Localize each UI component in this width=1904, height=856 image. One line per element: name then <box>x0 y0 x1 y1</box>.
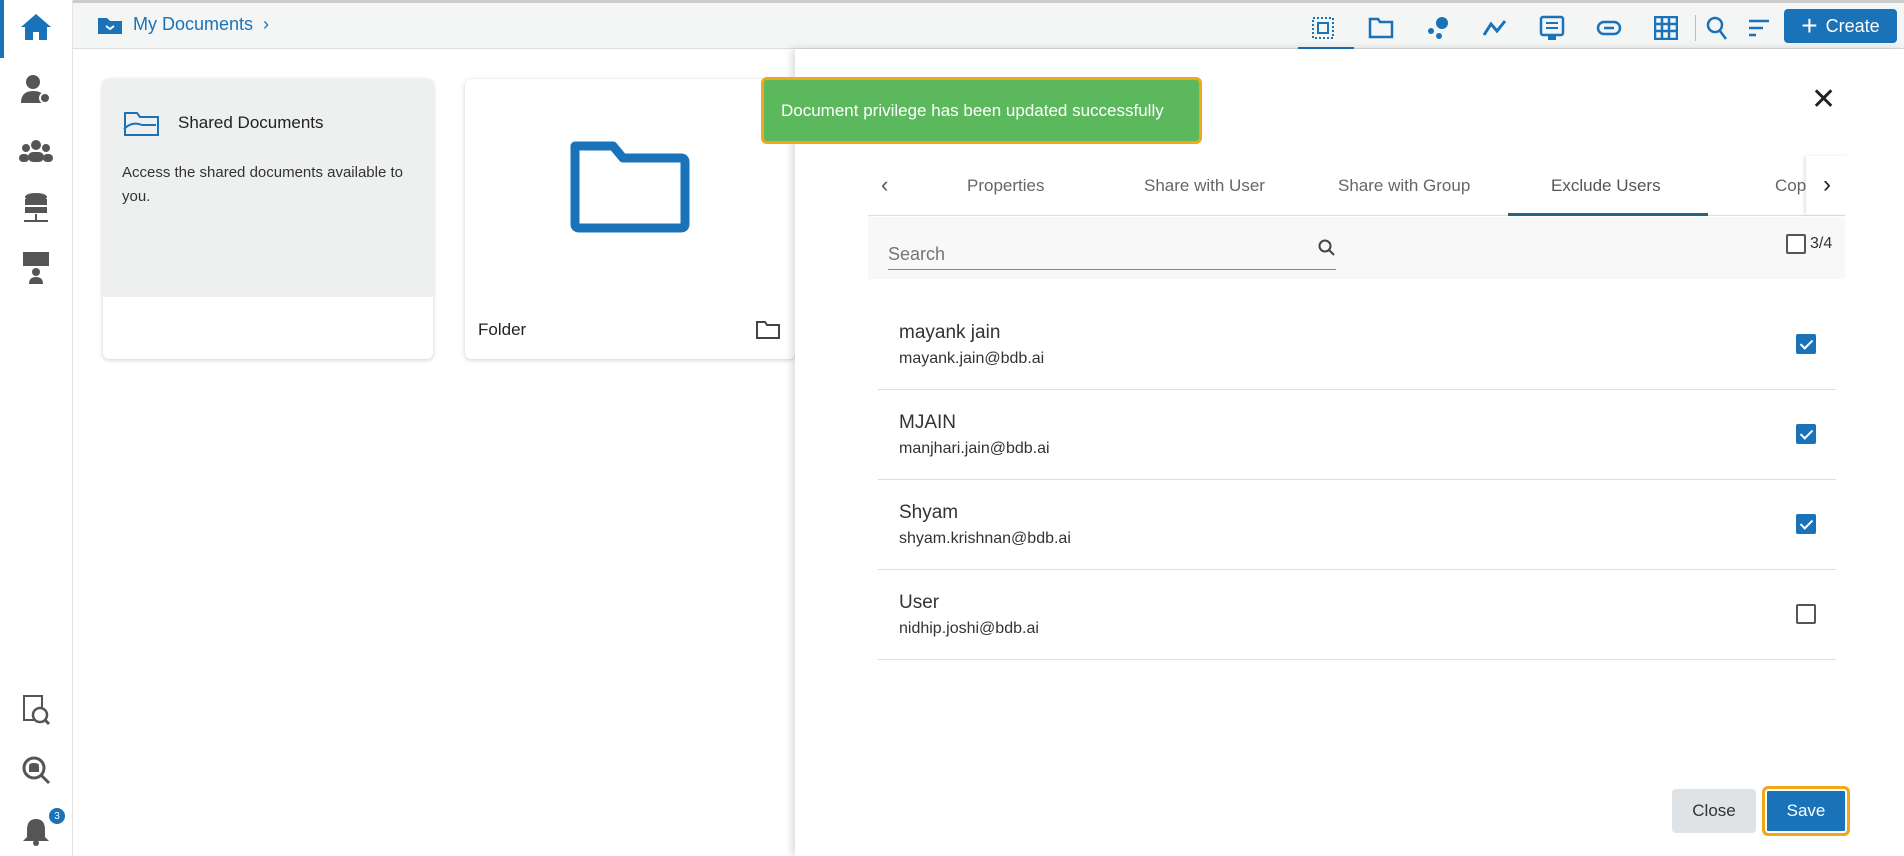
tab-exclude-users[interactable]: Exclude Users <box>1551 176 1661 196</box>
home-icon[interactable] <box>18 9 54 45</box>
line-chart-icon[interactable] <box>1482 15 1508 41</box>
shared-folder-icon <box>123 112 159 136</box>
breadcrumb-my-documents[interactable]: My Documents <box>133 14 253 35</box>
user-email: manjhari.jain@bdb.ai <box>899 440 1050 457</box>
user-row: MJAIN manjhari.jain@bdb.ai <box>878 390 1836 480</box>
create-label: Create <box>1825 15 1880 36</box>
success-toast: Document privilege has been updated succ… <box>761 77 1202 144</box>
selected-count: 3/4 <box>1810 235 1833 252</box>
close-button[interactable]: Close <box>1672 789 1756 833</box>
select-icon[interactable] <box>1310 15 1336 41</box>
plus-icon: + <box>1801 10 1818 41</box>
tab-share-with-user[interactable]: Share with User <box>1144 176 1265 196</box>
user-email: mayank.jain@bdb.ai <box>899 350 1045 367</box>
grid-icon[interactable] <box>1653 15 1679 41</box>
user-row: Shyam shyam.krishnan@bdb.ai <box>878 480 1836 570</box>
card-description: Access the shared documents available to… <box>122 164 403 205</box>
folder-name: Folder <box>478 320 527 339</box>
top-bar: My Documents › + Create <box>73 0 1904 50</box>
save-button[interactable]: Save <box>1762 786 1850 836</box>
exclude-user-checkbox[interactable] <box>1796 424 1816 444</box>
chevron-right-icon: › <box>263 14 270 34</box>
folder-icon <box>756 321 780 339</box>
data-search-icon[interactable] <box>18 753 54 789</box>
exclude-user-checkbox[interactable] <box>1796 334 1816 354</box>
user-row: mayank jain mayank.jain@bdb.ai <box>878 300 1836 390</box>
folder-view-icon[interactable] <box>1368 15 1394 41</box>
link-icon[interactable] <box>1596 15 1622 41</box>
sort-icon[interactable] <box>1746 15 1772 41</box>
folder-icon <box>98 17 122 34</box>
folder-large-icon <box>570 141 690 233</box>
notification-badge: 3 <box>49 808 65 824</box>
user-name: MJAIN <box>899 412 956 433</box>
active-tab-underline <box>1508 213 1708 216</box>
toolbar-divider <box>1695 15 1696 41</box>
presentation-icon[interactable] <box>18 249 54 285</box>
search-icon[interactable] <box>1704 15 1730 41</box>
search-input[interactable] <box>888 240 1336 270</box>
user-name: User <box>899 592 940 613</box>
exclude-user-checkbox[interactable] <box>1796 604 1816 624</box>
scatter-icon[interactable] <box>1425 15 1451 41</box>
tab-share-with-group[interactable]: Share with Group <box>1338 176 1470 196</box>
breadcrumb[interactable]: My Documents › <box>97 14 269 35</box>
user-row: User nidhip.joshi@bdb.ai <box>878 570 1836 660</box>
database-icon[interactable] <box>18 191 54 227</box>
folder-card[interactable]: Folder <box>465 79 795 359</box>
select-all-checkbox[interactable] <box>1786 234 1806 254</box>
tab-properties[interactable]: Properties <box>967 176 1044 196</box>
close-icon[interactable]: ✕ <box>1811 82 1836 117</box>
sidebar: 3 <box>0 0 73 856</box>
tab-scroll-right-icon[interactable]: › <box>1806 156 1848 214</box>
report-icon[interactable] <box>1539 15 1565 41</box>
document-search-icon[interactable] <box>18 692 54 728</box>
user-name: mayank jain <box>899 322 1001 343</box>
user-email: shyam.krishnan@bdb.ai <box>899 530 1071 547</box>
card-title: Shared Documents <box>178 113 324 132</box>
user-name: Shyam <box>899 502 959 523</box>
users-group-icon[interactable] <box>18 133 54 169</box>
create-button[interactable]: + Create <box>1784 9 1897 43</box>
user-email: nidhip.joshi@bdb.ai <box>899 620 1039 637</box>
search-icon <box>1318 239 1335 256</box>
active-indicator <box>0 0 4 58</box>
shared-documents-card[interactable]: Shared Documents Access the shared docum… <box>103 79 433 359</box>
tab-cop[interactable]: Cop <box>1775 176 1807 196</box>
tab-scroll-left-icon[interactable]: ‹ <box>881 172 888 198</box>
user-settings-icon[interactable] <box>18 71 54 107</box>
exclude-user-checkbox[interactable] <box>1796 514 1816 534</box>
